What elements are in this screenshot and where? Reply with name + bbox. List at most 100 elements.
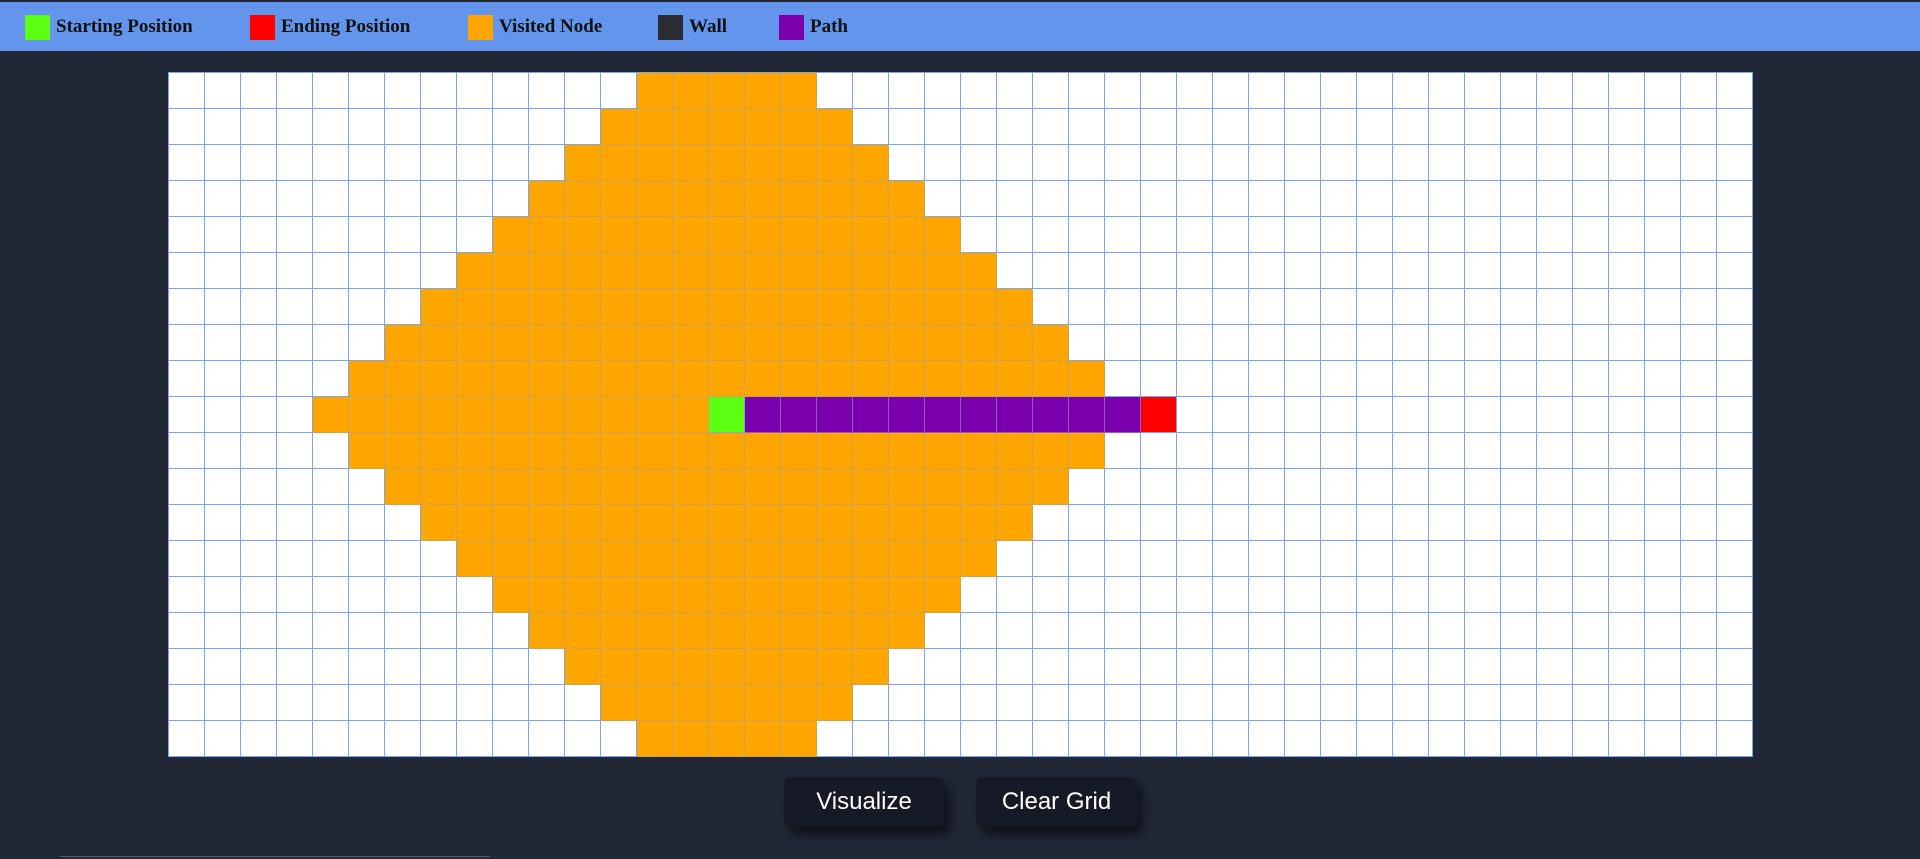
grid-cell[interactable] [1141, 253, 1177, 289]
grid-cell-visited[interactable] [529, 433, 565, 469]
grid-cell[interactable] [1537, 433, 1573, 469]
grid-cell[interactable] [1429, 541, 1465, 577]
grid-cell-visited[interactable] [493, 433, 529, 469]
grid-cell-visited[interactable] [529, 289, 565, 325]
grid-cell[interactable] [1357, 685, 1393, 721]
grid-cell[interactable] [1393, 73, 1429, 109]
grid-cell-visited[interactable] [1033, 361, 1069, 397]
grid-cell[interactable] [925, 721, 961, 757]
grid-cell[interactable] [1105, 613, 1141, 649]
grid-cell[interactable] [1501, 73, 1537, 109]
grid-cell-visited[interactable] [637, 541, 673, 577]
grid-cell[interactable] [1105, 433, 1141, 469]
grid-cell[interactable] [1357, 253, 1393, 289]
grid-cell[interactable] [277, 325, 313, 361]
grid-cell-visited[interactable] [997, 361, 1033, 397]
grid-cell[interactable] [1681, 541, 1717, 577]
grid-cell-visited[interactable] [709, 361, 745, 397]
grid-cell-visited[interactable] [817, 145, 853, 181]
grid-cell[interactable] [277, 433, 313, 469]
grid-cell[interactable] [1717, 433, 1753, 469]
grid-cell[interactable] [1105, 289, 1141, 325]
grid-cell[interactable] [205, 325, 241, 361]
clear-grid-button[interactable]: Clear Grid [976, 777, 1137, 827]
grid-cell[interactable] [313, 73, 349, 109]
grid-cell[interactable] [997, 721, 1033, 757]
grid-cell[interactable] [205, 721, 241, 757]
grid-cell[interactable] [1645, 577, 1681, 613]
grid-cell-visited[interactable] [709, 289, 745, 325]
grid-cell-visited[interactable] [853, 181, 889, 217]
grid-cell[interactable] [1249, 541, 1285, 577]
grid-cell[interactable] [1213, 469, 1249, 505]
grid-cell[interactable] [1573, 469, 1609, 505]
grid-cell[interactable] [1357, 577, 1393, 613]
grid-cell-visited[interactable] [565, 577, 601, 613]
grid-cell[interactable] [1609, 109, 1645, 145]
grid-cell[interactable] [1465, 181, 1501, 217]
grid-cell[interactable] [1177, 289, 1213, 325]
grid-cell[interactable] [1321, 145, 1357, 181]
grid-cell[interactable] [1681, 685, 1717, 721]
grid-cell-visited[interactable] [493, 325, 529, 361]
grid-cell[interactable] [1573, 73, 1609, 109]
grid-cell-visited[interactable] [817, 577, 853, 613]
grid-cell[interactable] [205, 253, 241, 289]
grid-cell[interactable] [1681, 109, 1717, 145]
grid-cell[interactable] [1429, 685, 1465, 721]
grid-cell-visited[interactable] [961, 253, 997, 289]
grid-cell[interactable] [1321, 109, 1357, 145]
grid-cell[interactable] [457, 613, 493, 649]
grid-cell[interactable] [421, 217, 457, 253]
grid-cell[interactable] [1177, 469, 1213, 505]
grid-cell[interactable] [1069, 109, 1105, 145]
grid-cell[interactable] [997, 181, 1033, 217]
grid-cell-visited[interactable] [673, 361, 709, 397]
grid-cell[interactable] [1501, 721, 1537, 757]
grid-cell-visited[interactable] [673, 397, 709, 433]
grid-cell[interactable] [1393, 289, 1429, 325]
grid-cell[interactable] [1465, 361, 1501, 397]
grid-cell[interactable] [565, 721, 601, 757]
grid-cell[interactable] [313, 325, 349, 361]
grid-cell[interactable] [1285, 541, 1321, 577]
grid-cell[interactable] [997, 649, 1033, 685]
grid-cell[interactable] [349, 649, 385, 685]
grid-cell[interactable] [421, 73, 457, 109]
grid-cell-visited[interactable] [889, 577, 925, 613]
grid-cell[interactable] [169, 253, 205, 289]
grid-cell-visited[interactable] [601, 649, 637, 685]
grid-cell[interactable] [457, 721, 493, 757]
grid-cell[interactable] [817, 721, 853, 757]
grid-cell-visited[interactable] [997, 469, 1033, 505]
grid-cell[interactable] [1429, 613, 1465, 649]
grid-cell-visited[interactable] [961, 505, 997, 541]
grid-cell[interactable] [1033, 253, 1069, 289]
grid-cell-visited[interactable] [421, 289, 457, 325]
grid-cell[interactable] [1069, 685, 1105, 721]
grid-cell-visited[interactable] [421, 361, 457, 397]
grid-cell[interactable] [1249, 469, 1285, 505]
grid-cell[interactable] [205, 73, 241, 109]
grid-cell[interactable] [601, 721, 637, 757]
grid-cell[interactable] [277, 649, 313, 685]
grid-cell[interactable] [421, 577, 457, 613]
grid-cell-visited[interactable] [601, 397, 637, 433]
grid-cell-visited[interactable] [601, 145, 637, 181]
grid-cell[interactable] [1285, 469, 1321, 505]
grid-cell-visited[interactable] [781, 109, 817, 145]
grid-cell[interactable] [205, 181, 241, 217]
grid-cell-visited[interactable] [637, 109, 673, 145]
grid-cell[interactable] [1537, 721, 1573, 757]
grid-cell[interactable] [997, 541, 1033, 577]
grid-cell[interactable] [1681, 577, 1717, 613]
grid-cell[interactable] [1213, 649, 1249, 685]
grid-cell[interactable] [169, 361, 205, 397]
grid-cell[interactable] [241, 397, 277, 433]
grid-cell[interactable] [1177, 253, 1213, 289]
grid-cell[interactable] [1609, 685, 1645, 721]
grid-cell[interactable] [1141, 181, 1177, 217]
grid-cell[interactable] [1321, 217, 1357, 253]
grid-cell-visited[interactable] [457, 361, 493, 397]
grid-cell-visited[interactable] [889, 433, 925, 469]
